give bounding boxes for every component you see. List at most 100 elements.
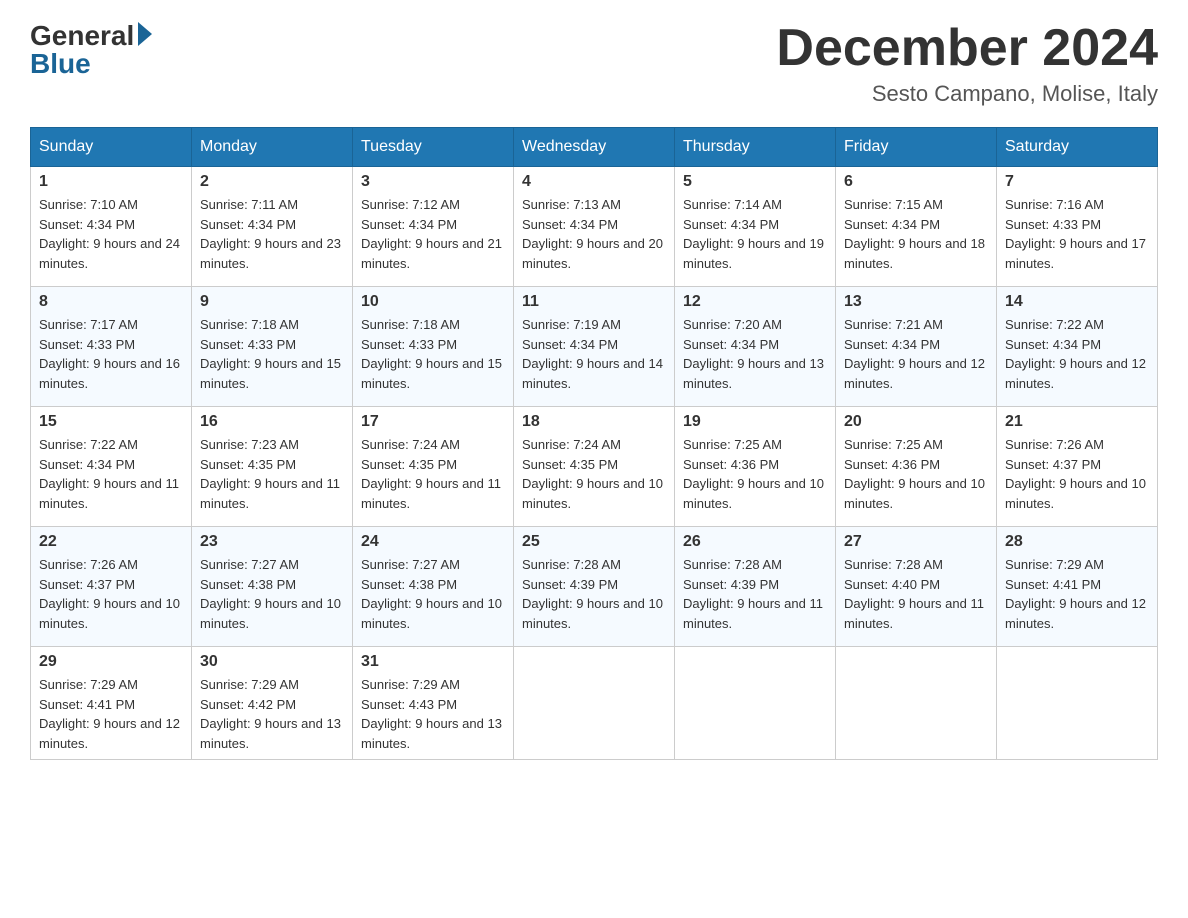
calendar-cell: 1Sunrise: 7:10 AMSunset: 4:34 PMDaylight…: [31, 167, 192, 287]
day-number: 20: [844, 413, 988, 431]
calendar-cell: 4 Sunrise: 7:13 AMSunset: 4:34 PMDaylight…: [514, 167, 675, 287]
weekday-header-monday: Monday: [192, 128, 353, 167]
day-number: 6: [844, 173, 988, 191]
day-number: 2: [200, 173, 344, 191]
calendar-cell: 30 Sunrise: 7:29 AMSunset: 4:42 PMDayligh…: [192, 647, 353, 760]
month-title: December 2024: [776, 20, 1158, 77]
day-info: Sunrise: 7:25 AMSunset: 4:36 PMDaylight:…: [844, 435, 988, 513]
day-info: Sunrise: 7:26 AMSunset: 4:37 PMDaylight:…: [39, 555, 183, 633]
calendar-cell: 8Sunrise: 7:17 AMSunset: 4:33 PMDaylight…: [31, 287, 192, 407]
day-number: 4: [522, 173, 666, 191]
calendar-cell: 13 Sunrise: 7:21 AMSunset: 4:34 PMDayligh…: [836, 287, 997, 407]
logo: General Blue: [30, 20, 152, 80]
day-info: Sunrise: 7:27 AMSunset: 4:38 PMDaylight:…: [200, 555, 344, 633]
day-number: 30: [200, 653, 344, 671]
day-info: Sunrise: 7:11 AMSunset: 4:34 PMDaylight:…: [200, 195, 344, 273]
location-title: Sesto Campano, Molise, Italy: [776, 81, 1158, 107]
calendar-cell: 28 Sunrise: 7:29 AMSunset: 4:41 PMDayligh…: [997, 527, 1158, 647]
day-number: 24: [361, 533, 505, 551]
day-info: Sunrise: 7:25 AMSunset: 4:36 PMDaylight:…: [683, 435, 827, 513]
calendar-cell: 17 Sunrise: 7:24 AMSunset: 4:35 PMDayligh…: [353, 407, 514, 527]
page-header: General Blue December 2024 Sesto Campano…: [30, 20, 1158, 107]
day-number: 31: [361, 653, 505, 671]
day-info: Sunrise: 7:29 AMSunset: 4:43 PMDaylight:…: [361, 675, 505, 753]
day-number: 13: [844, 293, 988, 311]
calendar-cell: 24 Sunrise: 7:27 AMSunset: 4:38 PMDayligh…: [353, 527, 514, 647]
calendar-cell: 5 Sunrise: 7:14 AMSunset: 4:34 PMDaylight…: [675, 167, 836, 287]
calendar-cell: [675, 647, 836, 760]
calendar-cell: 19 Sunrise: 7:25 AMSunset: 4:36 PMDayligh…: [675, 407, 836, 527]
day-info: Sunrise: 7:23 AMSunset: 4:35 PMDaylight:…: [200, 435, 344, 513]
day-info: Sunrise: 7:24 AMSunset: 4:35 PMDaylight:…: [522, 435, 666, 513]
logo-arrow-icon: [138, 22, 152, 46]
day-number: 18: [522, 413, 666, 431]
weekday-header-tuesday: Tuesday: [353, 128, 514, 167]
day-number: 11: [522, 293, 666, 311]
calendar-cell: 12 Sunrise: 7:20 AMSunset: 4:34 PMDayligh…: [675, 287, 836, 407]
calendar-cell: 9 Sunrise: 7:18 AMSunset: 4:33 PMDaylight…: [192, 287, 353, 407]
weekday-header-wednesday: Wednesday: [514, 128, 675, 167]
calendar-week-row: 8Sunrise: 7:17 AMSunset: 4:33 PMDaylight…: [31, 287, 1158, 407]
calendar-cell: 29 Sunrise: 7:29 AMSunset: 4:41 PMDayligh…: [31, 647, 192, 760]
calendar-cell: 21 Sunrise: 7:26 AMSunset: 4:37 PMDayligh…: [997, 407, 1158, 527]
day-number: 22: [39, 533, 183, 551]
weekday-header-thursday: Thursday: [675, 128, 836, 167]
day-number: 5: [683, 173, 827, 191]
day-number: 17: [361, 413, 505, 431]
calendar-cell: 11 Sunrise: 7:19 AMSunset: 4:34 PMDayligh…: [514, 287, 675, 407]
day-info: Sunrise: 7:10 AMSunset: 4:34 PMDaylight:…: [39, 195, 183, 273]
day-info: Sunrise: 7:29 AMSunset: 4:42 PMDaylight:…: [200, 675, 344, 753]
calendar-cell: 6 Sunrise: 7:15 AMSunset: 4:34 PMDaylight…: [836, 167, 997, 287]
day-info: Sunrise: 7:24 AMSunset: 4:35 PMDaylight:…: [361, 435, 505, 513]
day-info: Sunrise: 7:21 AMSunset: 4:34 PMDaylight:…: [844, 315, 988, 393]
calendar-header-row: SundayMondayTuesdayWednesdayThursdayFrid…: [31, 128, 1158, 167]
day-number: 14: [1005, 293, 1149, 311]
day-info: Sunrise: 7:18 AMSunset: 4:33 PMDaylight:…: [200, 315, 344, 393]
day-number: 8: [39, 293, 183, 311]
day-info: Sunrise: 7:12 AMSunset: 4:34 PMDaylight:…: [361, 195, 505, 273]
calendar-cell: [514, 647, 675, 760]
calendar-cell: 2 Sunrise: 7:11 AMSunset: 4:34 PMDaylight…: [192, 167, 353, 287]
calendar-cell: 31 Sunrise: 7:29 AMSunset: 4:43 PMDayligh…: [353, 647, 514, 760]
day-number: 12: [683, 293, 827, 311]
calendar-cell: 27Sunrise: 7:28 AMSunset: 4:40 PMDayligh…: [836, 527, 997, 647]
day-info: Sunrise: 7:28 AMSunset: 4:39 PMDaylight:…: [683, 555, 827, 633]
day-number: 19: [683, 413, 827, 431]
day-number: 16: [200, 413, 344, 431]
day-number: 26: [683, 533, 827, 551]
weekday-header-sunday: Sunday: [31, 128, 192, 167]
calendar-week-row: 15 Sunrise: 7:22 AMSunset: 4:34 PMDayligh…: [31, 407, 1158, 527]
day-info: Sunrise: 7:13 AMSunset: 4:34 PMDaylight:…: [522, 195, 666, 273]
weekday-header-saturday: Saturday: [997, 128, 1158, 167]
day-number: 29: [39, 653, 183, 671]
day-number: 28: [1005, 533, 1149, 551]
day-info: Sunrise: 7:22 AMSunset: 4:34 PMDaylight:…: [1005, 315, 1149, 393]
day-number: 23: [200, 533, 344, 551]
day-info: Sunrise: 7:14 AMSunset: 4:34 PMDaylight:…: [683, 195, 827, 273]
day-number: 15: [39, 413, 183, 431]
day-info: Sunrise: 7:29 AMSunset: 4:41 PMDaylight:…: [1005, 555, 1149, 633]
calendar-cell: 22 Sunrise: 7:26 AMSunset: 4:37 PMDayligh…: [31, 527, 192, 647]
calendar-cell: 18 Sunrise: 7:24 AMSunset: 4:35 PMDayligh…: [514, 407, 675, 527]
calendar-cell: 25Sunrise: 7:28 AMSunset: 4:39 PMDayligh…: [514, 527, 675, 647]
day-number: 9: [200, 293, 344, 311]
day-info: Sunrise: 7:26 AMSunset: 4:37 PMDaylight:…: [1005, 435, 1149, 513]
day-info: Sunrise: 7:28 AMSunset: 4:39 PMDaylight:…: [522, 555, 666, 633]
calendar-week-row: 22 Sunrise: 7:26 AMSunset: 4:37 PMDayligh…: [31, 527, 1158, 647]
day-info: Sunrise: 7:15 AMSunset: 4:34 PMDaylight:…: [844, 195, 988, 273]
logo-blue-text: Blue: [30, 48, 91, 80]
calendar-cell: 7Sunrise: 7:16 AMSunset: 4:33 PMDaylight…: [997, 167, 1158, 287]
day-info: Sunrise: 7:20 AMSunset: 4:34 PMDaylight:…: [683, 315, 827, 393]
day-info: Sunrise: 7:27 AMSunset: 4:38 PMDaylight:…: [361, 555, 505, 633]
calendar-cell: 3Sunrise: 7:12 AMSunset: 4:34 PMDaylight…: [353, 167, 514, 287]
weekday-header-friday: Friday: [836, 128, 997, 167]
day-info: Sunrise: 7:29 AMSunset: 4:41 PMDaylight:…: [39, 675, 183, 753]
calendar-cell: 26 Sunrise: 7:28 AMSunset: 4:39 PMDayligh…: [675, 527, 836, 647]
day-number: 27: [844, 533, 988, 551]
day-info: Sunrise: 7:22 AMSunset: 4:34 PMDaylight:…: [39, 435, 183, 513]
calendar-cell: 16 Sunrise: 7:23 AMSunset: 4:35 PMDayligh…: [192, 407, 353, 527]
calendar-cell: 14 Sunrise: 7:22 AMSunset: 4:34 PMDayligh…: [997, 287, 1158, 407]
calendar-cell: 23 Sunrise: 7:27 AMSunset: 4:38 PMDayligh…: [192, 527, 353, 647]
day-number: 21: [1005, 413, 1149, 431]
day-info: Sunrise: 7:19 AMSunset: 4:34 PMDaylight:…: [522, 315, 666, 393]
